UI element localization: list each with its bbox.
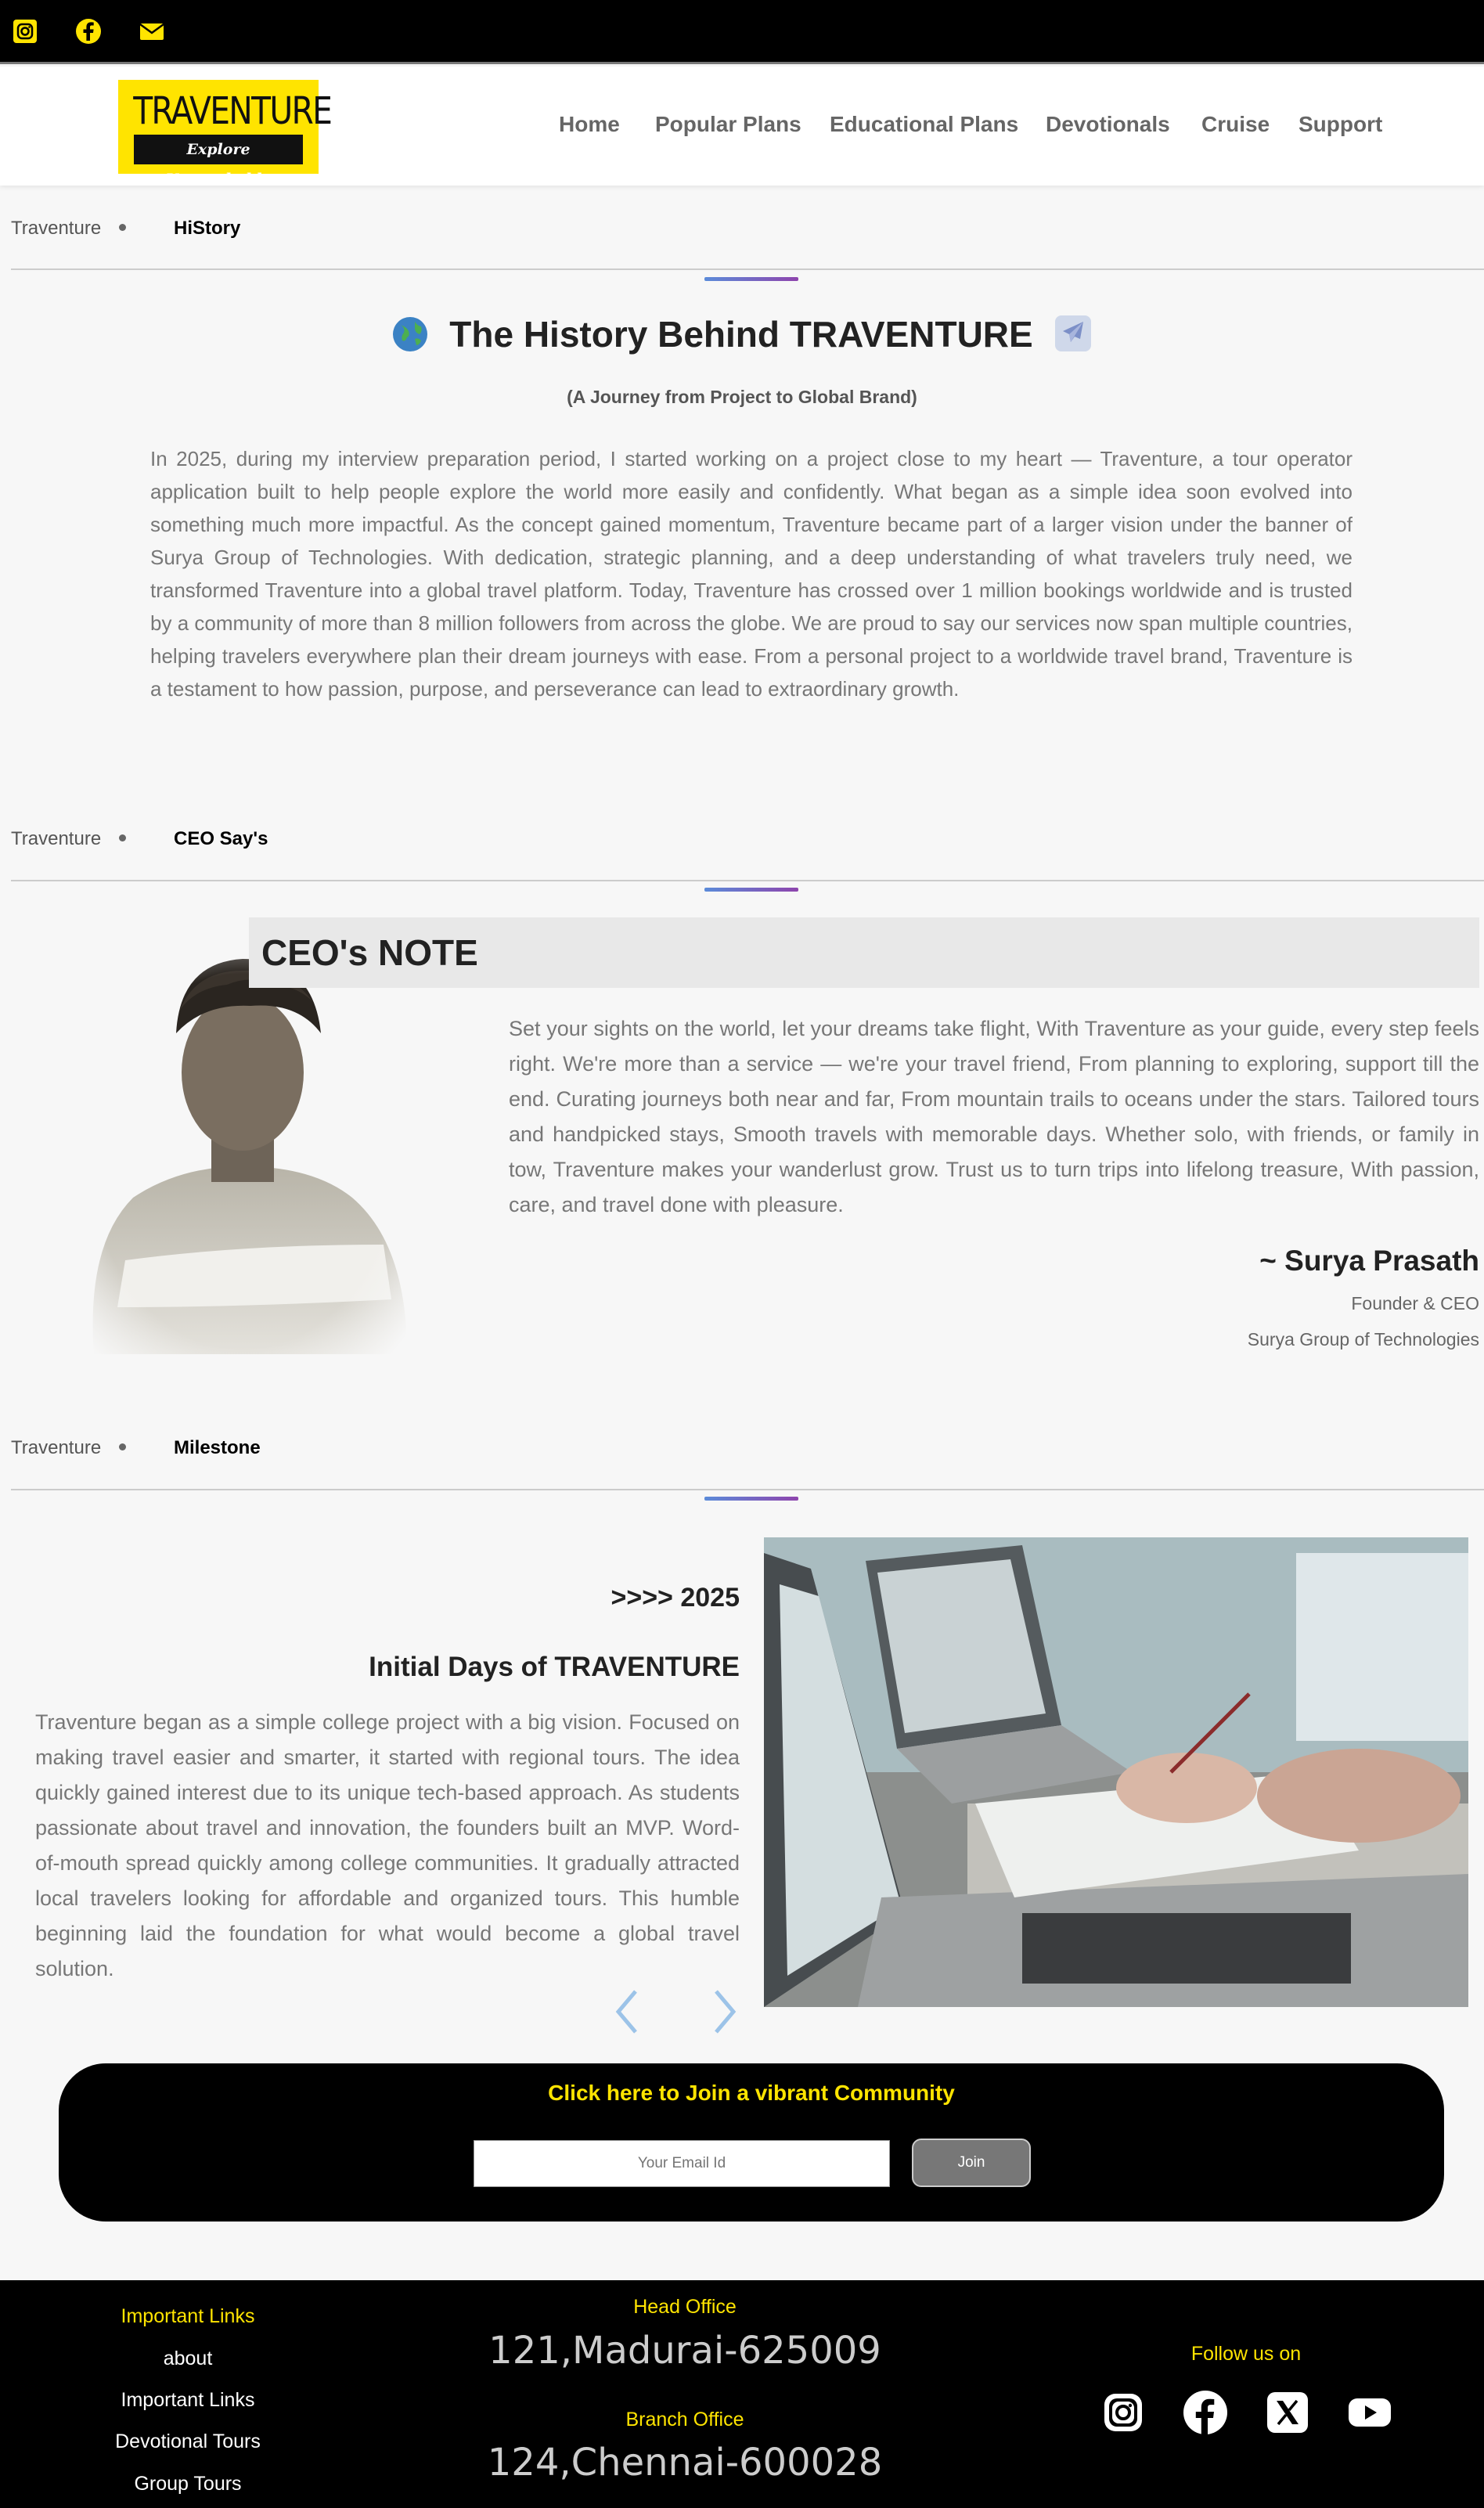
footer-link-devotional-tours[interactable]: Devotional Tours [70,2431,305,2453]
branch-office-label: Branch Office [625,2409,744,2431]
community-signup: Click here to Join a vibrant Community J… [59,2063,1444,2222]
nav-devotionals[interactable]: Devotionals [1046,112,1170,143]
ceo-note-heading: CEO's NOTE [261,932,478,973]
x-icon[interactable] [1264,2389,1311,2436]
section-divider [11,268,1484,270]
breadcrumb-root[interactable]: Traventure [11,218,101,239]
breadcrumb: Traventure Milestone [11,1437,261,1459]
history-subtitle: (A Journey from Project to Global Brand) [567,387,917,407]
carousel-prev-button[interactable] [612,1988,643,2035]
breadcrumb-separator [119,224,126,231]
email-input[interactable] [474,2140,890,2187]
site-footer: Important Links about Important Links De… [0,2280,1484,2508]
section-divider [11,880,1484,881]
ceo-note-header: CEO's NOTE [249,917,1479,988]
logo-wordmark: TRAVENTURE [133,89,333,133]
milestone-body: Traventure began as a simple college pro… [35,1710,740,1980]
branch-office-address: 124,Chennai-600028 [487,2441,883,2485]
footer-link-about[interactable]: about [70,2348,305,2370]
ceo-signature: ~ Surya Prasath [1259,1245,1479,1277]
history-title: The History Behind TRAVENTURE [449,314,1033,355]
facebook-icon[interactable] [1182,2389,1229,2436]
breadcrumb-root[interactable]: Traventure [11,1437,101,1458]
globe-icon [392,317,427,351]
nav-cruise[interactable]: Cruise [1201,112,1270,143]
page-title: The History Behind TRAVENTURE [0,313,1484,355]
ceo-note-body: Set your sights on the world, let your d… [509,1017,1479,1216]
breadcrumb-separator [119,1443,126,1450]
instagram-icon[interactable] [11,17,39,45]
accent-underline [704,888,798,892]
follow-us-label: Follow us on [1190,2343,1302,2365]
breadcrumb: Traventure HiStory [11,218,240,240]
nav-educational-plans[interactable]: Educational Plans [830,112,1018,143]
breadcrumb-root[interactable]: Traventure [11,828,101,849]
mail-icon[interactable] [138,17,166,45]
youtube-icon[interactable] [1346,2389,1393,2436]
carousel-next-button[interactable] [708,1988,740,2035]
site-header: TRAVENTURE Explore Unreachable Home Popu… [0,67,1484,188]
facebook-icon[interactable] [74,17,103,45]
join-button[interactable]: Join [912,2139,1031,2187]
instagram-icon[interactable] [1100,2389,1147,2436]
breadcrumb-current: Milestone [174,1437,261,1458]
section-divider [11,1489,1484,1490]
nav-popular-plans[interactable]: Popular Plans [655,112,801,143]
airplane-icon [1055,315,1092,351]
breadcrumb: Traventure CEO Say's [11,828,268,850]
nav-home[interactable]: Home [559,112,620,143]
footer-link-group-tours[interactable]: Group Tours [70,2473,305,2495]
accent-underline [704,277,798,281]
top-bar [0,0,1484,64]
brand-logo[interactable]: TRAVENTURE Explore Unreachable [118,80,333,188]
milestone-image [764,1537,1468,2007]
breadcrumb-current: HiStory [174,218,241,239]
important-links-heading: Important Links [121,2305,255,2327]
breadcrumb-separator [119,834,126,841]
community-cta[interactable]: Click here to Join a vibrant Community [59,2081,1444,2106]
breadcrumb-current: CEO Say's [174,828,268,849]
ceo-role: Founder & CEO [1351,1293,1479,1313]
footer-link-important-links[interactable]: Important Links [70,2389,305,2412]
head-office-address: 121,Madurai-625009 [488,2329,881,2373]
nav-support[interactable]: Support [1298,112,1382,143]
logo-tagline: Explore Unreachable [134,135,303,188]
ceo-organization: Surya Group of Technologies [1247,1329,1479,1349]
history-body: In 2025, during my interview preparation… [150,447,1353,701]
milestone-year: >>>> 2025 [611,1583,740,1613]
head-office-label: Head Office [633,2296,737,2318]
milestone-title: Initial Days of TRAVENTURE [369,1652,740,1682]
accent-underline [704,1497,798,1501]
